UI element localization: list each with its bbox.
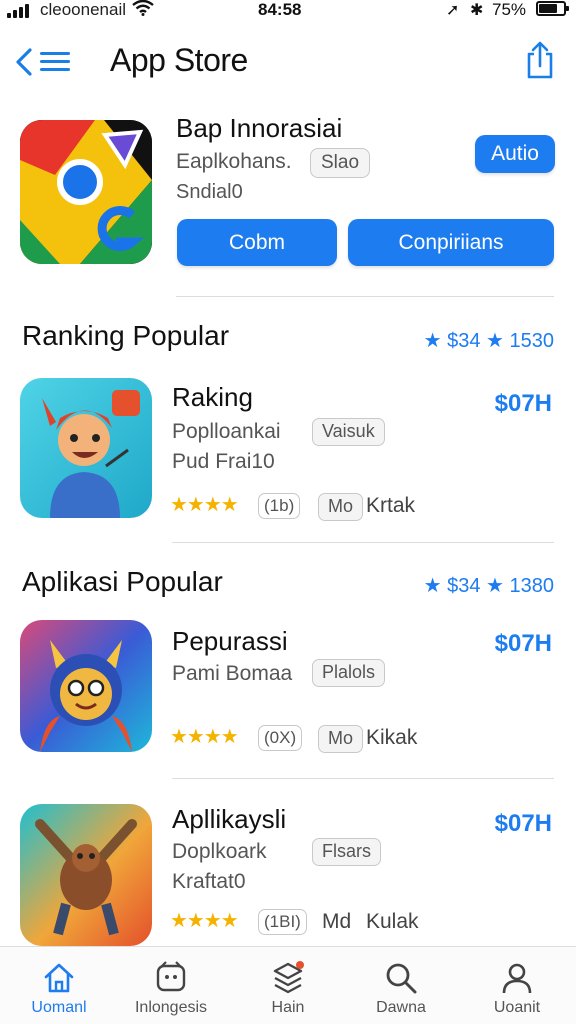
app-subtitle: Pami Bomaa: [172, 662, 293, 685]
section-meta[interactable]: ★ $34 ★ 1530: [424, 328, 554, 353]
tab-games[interactable]: Inlongesis: [116, 961, 226, 1021]
app-meta: Kraftat0: [172, 870, 246, 893]
app-tag: Plalols: [312, 659, 386, 687]
app-extra-label: Krtak: [366, 494, 416, 517]
account-icon: [502, 963, 532, 994]
tab-search[interactable]: Dawna: [346, 961, 456, 1021]
app-tag: Vaisuk: [312, 418, 385, 446]
featured-app-tag: Slao: [310, 148, 371, 178]
app-meta: Pud Frai10: [172, 450, 275, 473]
divider: [172, 542, 554, 543]
tab-home[interactable]: Uomanl: [4, 961, 114, 1021]
tab-apps[interactable]: Hain: [233, 961, 343, 1021]
app-extra-tag: Md: [322, 910, 352, 933]
games-icon: [156, 961, 186, 992]
app-extra-label: Kulak: [366, 910, 419, 933]
home-icon: [44, 963, 74, 993]
app-icon[interactable]: [20, 620, 152, 752]
tab-label: Uoanit: [493, 999, 541, 1016]
app-price-button[interactable]: $07H: [495, 390, 552, 418]
divider: [172, 778, 554, 779]
app-title: Raking: [172, 382, 253, 412]
app-title: Pepurassi: [172, 626, 288, 656]
rating-stars: ★★★★: [170, 910, 239, 932]
signal-icon: [7, 4, 33, 18]
rating-stars: ★★★★: [170, 494, 239, 516]
tab-label: Hain: [271, 999, 305, 1016]
tab-bar: Uomanl Inlongesis Hain Dawna Uoanit: [0, 946, 576, 1024]
featured-app-title: Bap Innorasiai: [176, 113, 343, 143]
battery-icon: [536, 1, 569, 16]
menu-icon[interactable]: [40, 50, 70, 74]
featured-app-meta: Sndial0: [176, 181, 243, 203]
share-icon[interactable]: [522, 40, 558, 80]
app-icon[interactable]: [20, 378, 152, 518]
featured-app-subtitle: Eaplkohans.: [176, 150, 292, 173]
location-icon: ➚: [446, 2, 460, 19]
section-title: Aplikasi Popular: [22, 566, 223, 597]
back-icon[interactable]: [12, 44, 36, 80]
app-subtitle: Doplkoark: [172, 840, 267, 863]
tab-label: Inlongesis: [134, 999, 208, 1016]
search-icon: [386, 963, 417, 994]
page-title: App Store: [110, 42, 248, 78]
app-price-button[interactable]: $07H: [495, 630, 552, 658]
status-bar: cleoonenail 84:58 ➚ ✱ 75%: [0, 0, 576, 22]
rating-count: (1b): [258, 493, 301, 519]
battery-percent: 75%: [492, 0, 527, 19]
featured-app-icon[interactable]: [20, 120, 152, 264]
section-title: Ranking Popular: [22, 320, 230, 351]
app-price-button[interactable]: $07H: [495, 810, 552, 838]
bluetooth-icon: ✱: [470, 2, 484, 19]
status-time: 84:58: [258, 0, 302, 19]
app-extra-label: Kikak: [366, 726, 418, 749]
carrier-label: cleoonenail: [40, 0, 127, 19]
wifi-icon: [132, 0, 154, 16]
app-icon[interactable]: [20, 804, 152, 946]
section-meta[interactable]: ★ $34 ★ 1380: [424, 573, 554, 598]
apps-icon: [273, 961, 304, 994]
tab-label: Uomanl: [31, 999, 87, 1016]
featured-secondary-button[interactable]: Conpiriians: [348, 219, 554, 266]
featured-primary-button[interactable]: Cobm: [177, 219, 337, 266]
app-subtitle: Poplloankai: [172, 420, 281, 443]
app-title: Apllikaysli: [172, 804, 287, 834]
rating-stars: ★★★★: [170, 726, 239, 748]
app-tag: Flsars: [312, 838, 381, 866]
tab-label: Dawna: [376, 999, 426, 1016]
app-extra-tag: Mo: [318, 493, 364, 521]
featured-action-button[interactable]: Autio: [475, 135, 555, 173]
tab-account[interactable]: Uoanit: [462, 961, 572, 1021]
app-extra-tag: Mo: [318, 725, 364, 753]
rating-count: (0X): [258, 725, 303, 751]
divider: [176, 296, 554, 297]
rating-count: (1BI): [258, 909, 307, 935]
nav-bar: App Store: [0, 36, 576, 90]
